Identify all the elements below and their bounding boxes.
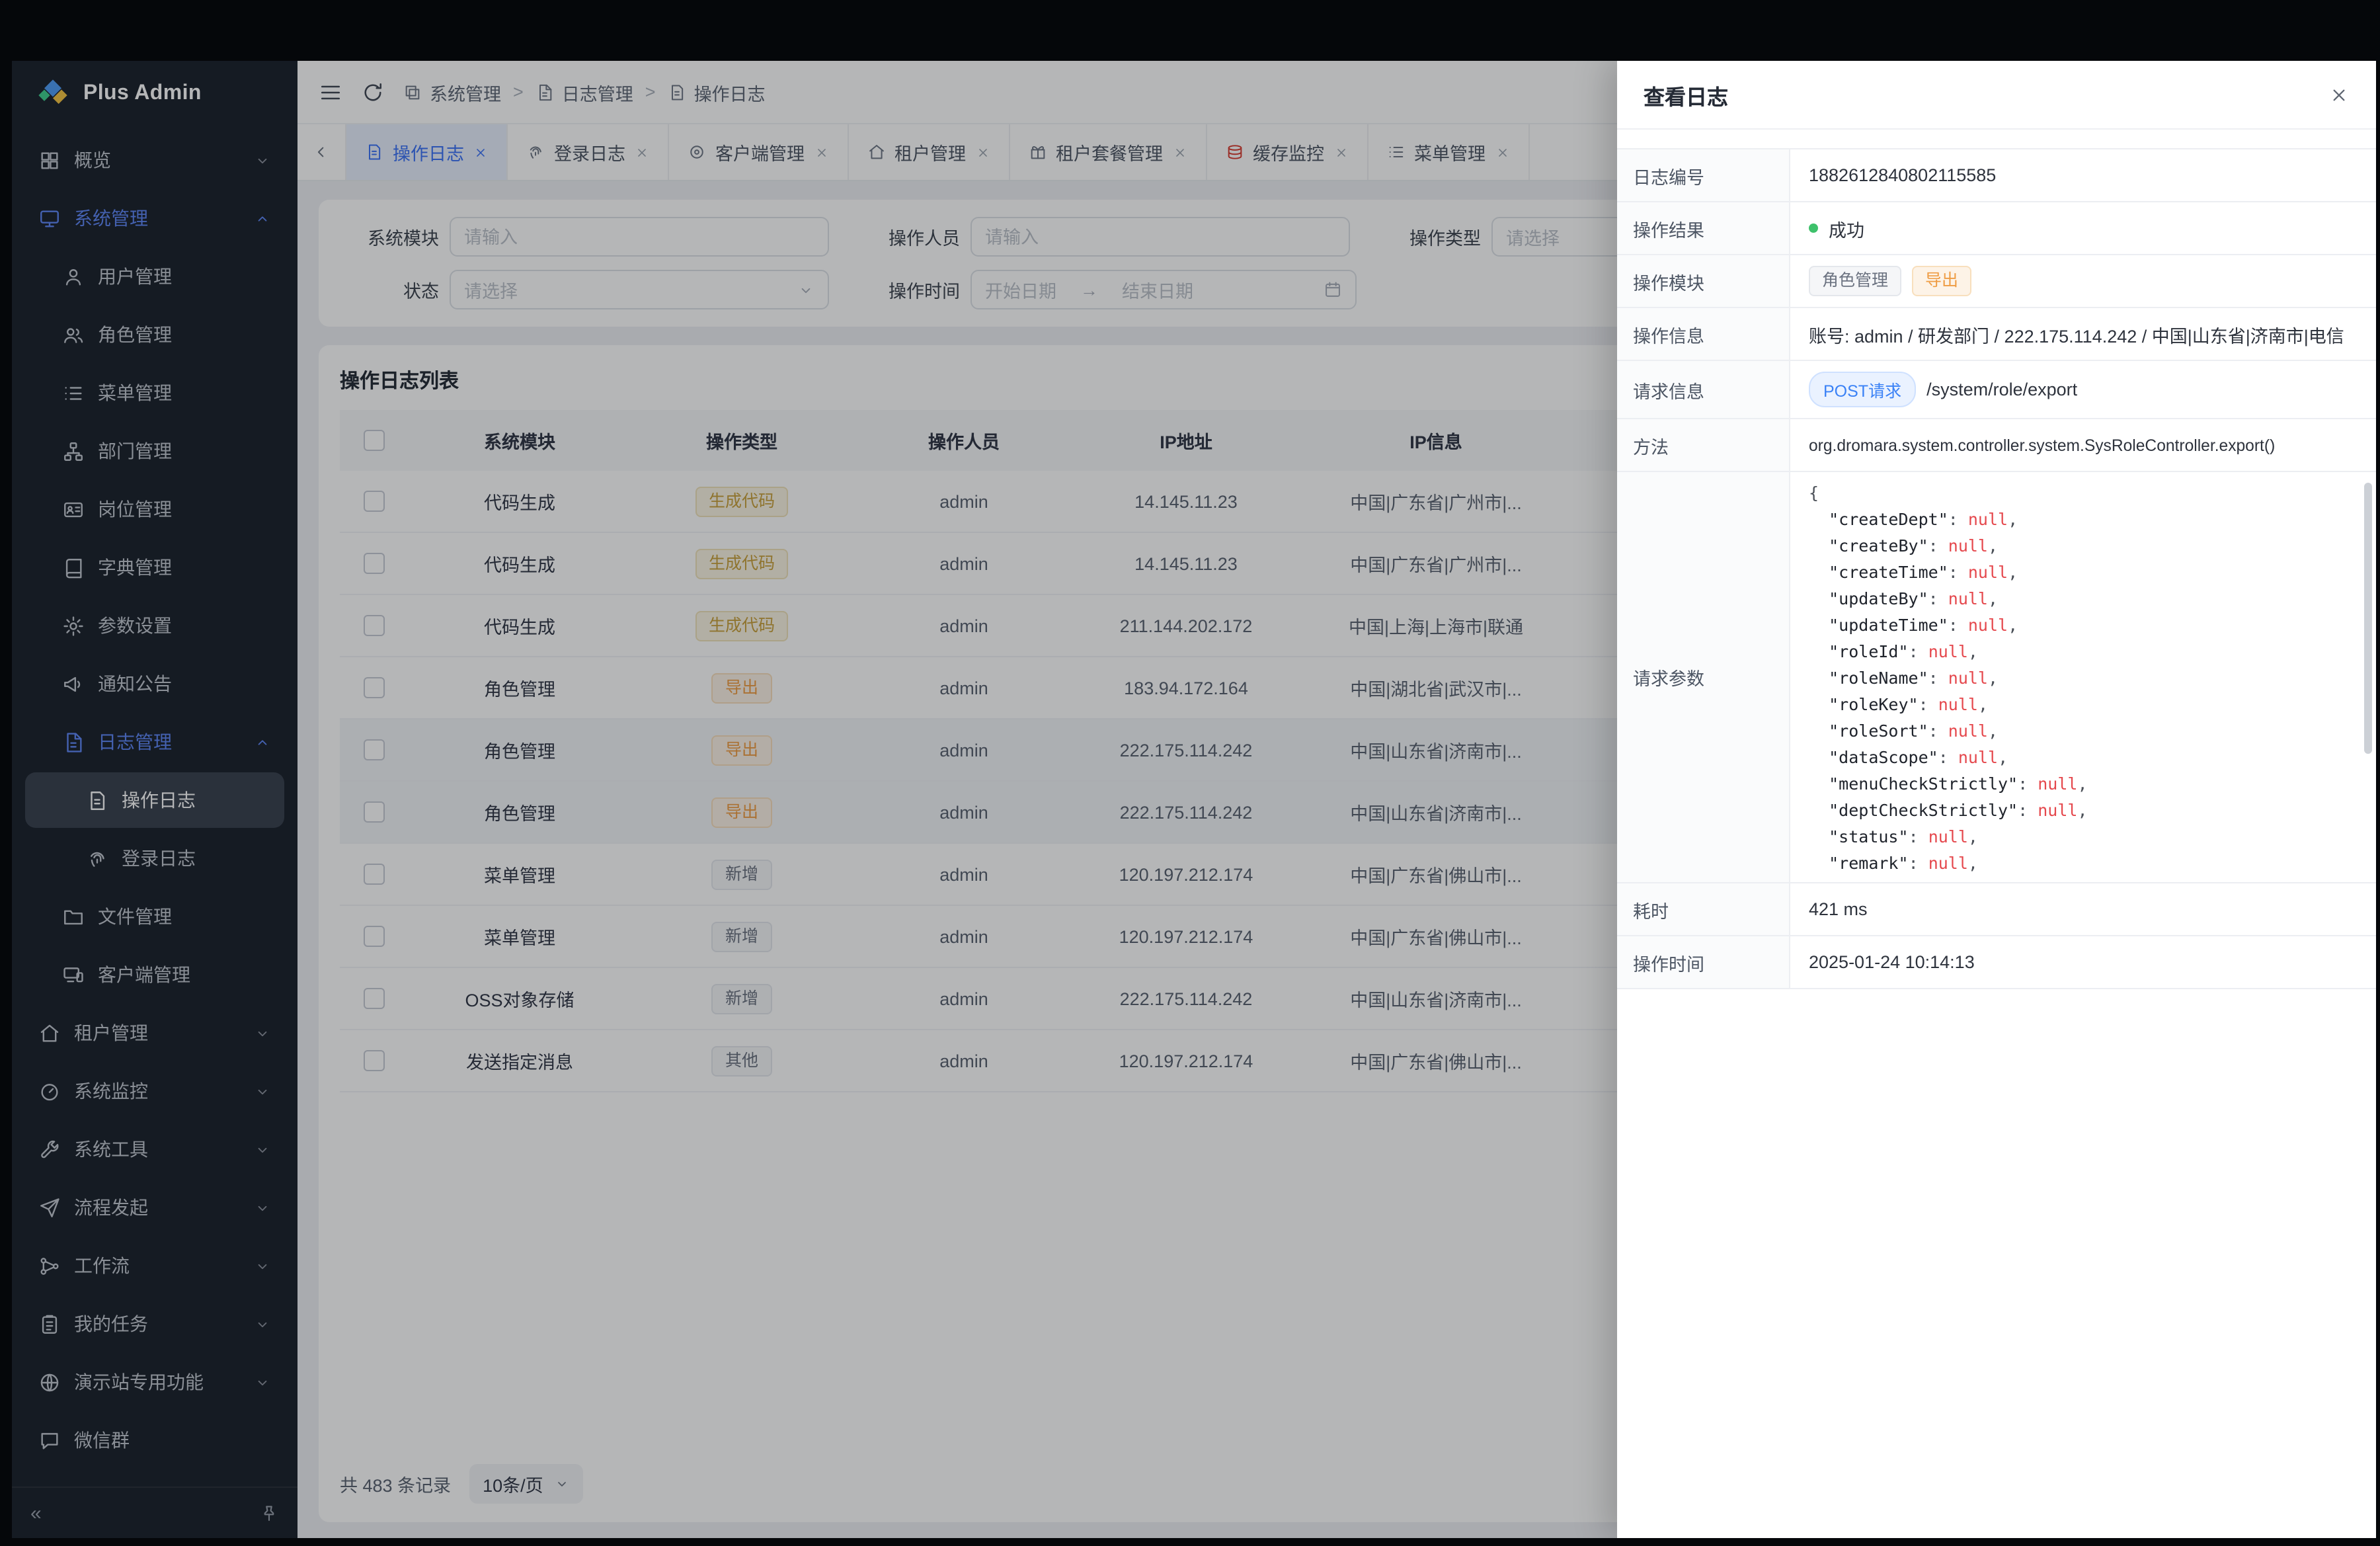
drawer-field-method: 方法org.dromara.system.controller.system.S… bbox=[1617, 419, 2376, 472]
log-detail-table: 日志编号1882612840802115585操作结果成功操作模块角色管理导出操… bbox=[1617, 148, 2376, 989]
field-value: POST请求/system/role/export bbox=[1790, 361, 2376, 418]
field-value: 421 ms bbox=[1790, 883, 2376, 935]
http-method-badge: POST请求 bbox=[1809, 372, 1916, 407]
module-tag: 导出 bbox=[1912, 266, 1971, 296]
field-value: 成功 bbox=[1790, 202, 2376, 254]
drawer-field-request: 请求信息POST请求/system/role/export bbox=[1617, 361, 2376, 419]
field-value: { "createDept": null, "createBy": null, … bbox=[1790, 472, 2376, 882]
field-value: 1882612840802115585 bbox=[1790, 149, 2376, 201]
drawer-field-duration: 耗时421 ms bbox=[1617, 883, 2376, 936]
field-value: 角色管理导出 bbox=[1790, 255, 2376, 307]
field-label: 操作结果 bbox=[1617, 202, 1790, 254]
field-label: 耗时 bbox=[1617, 883, 1790, 935]
field-label: 操作信息 bbox=[1617, 308, 1790, 360]
close-icon[interactable] bbox=[2328, 84, 2350, 105]
request-url: /system/role/export bbox=[1926, 380, 2077, 399]
field-label: 操作模块 bbox=[1617, 255, 1790, 307]
drawer-field-time: 操作时间2025-01-24 10:14:13 bbox=[1617, 936, 2376, 989]
drawer-field-result: 操作结果 成功 bbox=[1617, 202, 2376, 255]
screen: Plus Admin 概览系统管理用户管理角色管理菜单管理部门管理岗位管理字典管… bbox=[0, 0, 2380, 1546]
drawer-field-params: 请求参数{ "createDept": null, "createBy": nu… bbox=[1617, 472, 2376, 883]
app-window: Plus Admin 概览系统管理用户管理角色管理菜单管理部门管理岗位管理字典管… bbox=[12, 61, 2376, 1538]
status-text: 成功 bbox=[1829, 215, 1864, 241]
drawer-header: 查看日志 bbox=[1617, 61, 2376, 130]
module-tag: 角色管理 bbox=[1809, 266, 1901, 296]
code-scrollbar[interactable] bbox=[2364, 483, 2372, 754]
field-label: 方法 bbox=[1617, 419, 1790, 471]
field-label: 日志编号 bbox=[1617, 149, 1790, 201]
field-label: 操作时间 bbox=[1617, 936, 1790, 988]
drawer-field-info: 操作信息账号: admin / 研发部门 / 222.175.114.242 /… bbox=[1617, 308, 2376, 361]
field-value: 2025-01-24 10:14:13 bbox=[1790, 936, 2376, 988]
field-value: 账号: admin / 研发部门 / 222.175.114.242 / 中国|… bbox=[1790, 308, 2376, 360]
drawer-title: 查看日志 bbox=[1644, 79, 1728, 110]
field-value: org.dromara.system.controller.system.Sys… bbox=[1790, 419, 2376, 471]
field-label: 请求信息 bbox=[1617, 361, 1790, 418]
field-label: 请求参数 bbox=[1617, 472, 1790, 882]
drawer-field-log-id: 日志编号1882612840802115585 bbox=[1617, 149, 2376, 202]
view-log-drawer: 查看日志 日志编号1882612840802115585操作结果 成功操作模块角色… bbox=[1617, 61, 2376, 1538]
drawer-field-module: 操作模块角色管理导出 bbox=[1617, 255, 2376, 308]
request-params-json: { "createDept": null, "createBy": null, … bbox=[1790, 472, 2376, 882]
status-dot bbox=[1809, 224, 1818, 233]
